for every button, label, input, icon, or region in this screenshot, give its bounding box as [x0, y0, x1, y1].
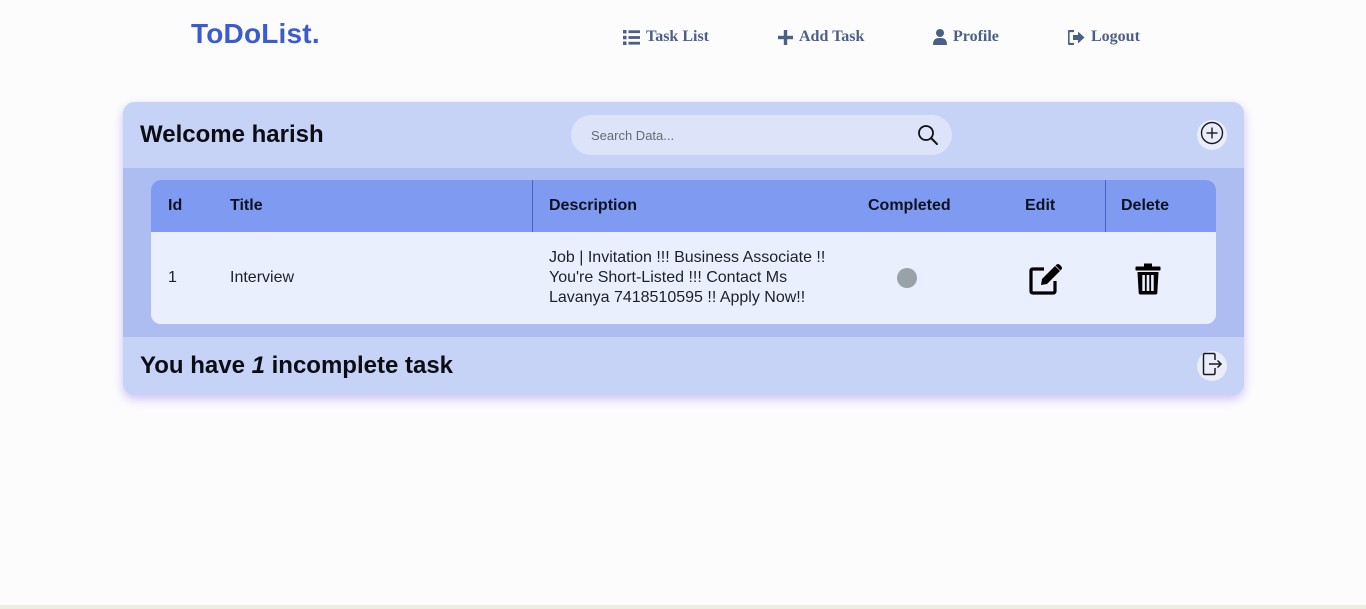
nav-logout-label: Logout — [1091, 28, 1140, 45]
top-navbar: ToDoList. Task List Add Task Profile Log… — [0, 0, 1366, 72]
column-header-delete: Delete — [1121, 197, 1170, 214]
table-row: 1 Interview Job | Invitation !!! Busines… — [151, 232, 1216, 324]
cell-title: Interview — [230, 269, 295, 286]
column-header-description: Description — [549, 197, 638, 214]
plus-circle-icon — [1200, 121, 1224, 150]
nav-add-task-label: Add Task — [799, 28, 865, 45]
search-bar — [571, 115, 952, 155]
edit-button[interactable] — [1029, 263, 1063, 295]
card-header: Welcome harish — [123, 102, 1244, 168]
search-icon[interactable] — [917, 124, 939, 146]
task-table: Id Title Description Completed Edit Dele… — [151, 180, 1216, 324]
task-card: Welcome harish Id Title — [123, 102, 1244, 395]
horizontal-scrollbar[interactable] — [0, 605, 1366, 609]
column-header-edit: Edit — [1025, 197, 1056, 214]
list-icon — [623, 29, 640, 45]
trash-icon — [1135, 263, 1161, 299]
completed-status-indicator[interactable] — [897, 268, 917, 288]
nav-task-list-label: Task List — [646, 28, 709, 45]
incomplete-task-summary: You have 1 incomplete task — [140, 352, 453, 380]
column-header-id: Id — [168, 197, 183, 214]
search-input[interactable] — [589, 125, 889, 145]
column-header-title: Title — [230, 197, 263, 214]
welcome-heading: Welcome harish — [140, 121, 324, 148]
cell-id: 1 — [168, 269, 177, 286]
export-button[interactable] — [1197, 351, 1227, 381]
edit-icon — [1029, 264, 1063, 299]
summary-suffix: incomplete task — [264, 352, 454, 379]
file-export-icon — [1201, 352, 1223, 381]
incomplete-count: 1 — [251, 352, 265, 379]
nav-logout[interactable]: Logout — [1068, 26, 1140, 48]
user-icon — [933, 29, 947, 45]
column-header-completed: Completed — [868, 197, 951, 214]
logout-icon — [1068, 29, 1085, 45]
add-task-circle-button[interactable] — [1197, 120, 1227, 150]
brand-logo[interactable]: ToDoList. — [191, 18, 320, 50]
column-divider — [1105, 180, 1106, 232]
summary-prefix: You have — [140, 352, 252, 379]
table-header: Id Title Description Completed Edit Dele… — [151, 180, 1216, 232]
nav-profile-label: Profile — [953, 28, 999, 45]
nav-profile[interactable]: Profile — [933, 26, 999, 48]
card-footer: You have 1 incomplete task — [123, 337, 1244, 395]
delete-button[interactable] — [1135, 263, 1161, 295]
column-divider — [532, 180, 533, 232]
nav-add-task[interactable]: Add Task — [778, 26, 864, 48]
nav-task-list[interactable]: Task List — [623, 26, 709, 48]
plus-icon — [778, 29, 793, 45]
cell-description: Job | Invitation !!! Business Associate … — [549, 249, 826, 306]
